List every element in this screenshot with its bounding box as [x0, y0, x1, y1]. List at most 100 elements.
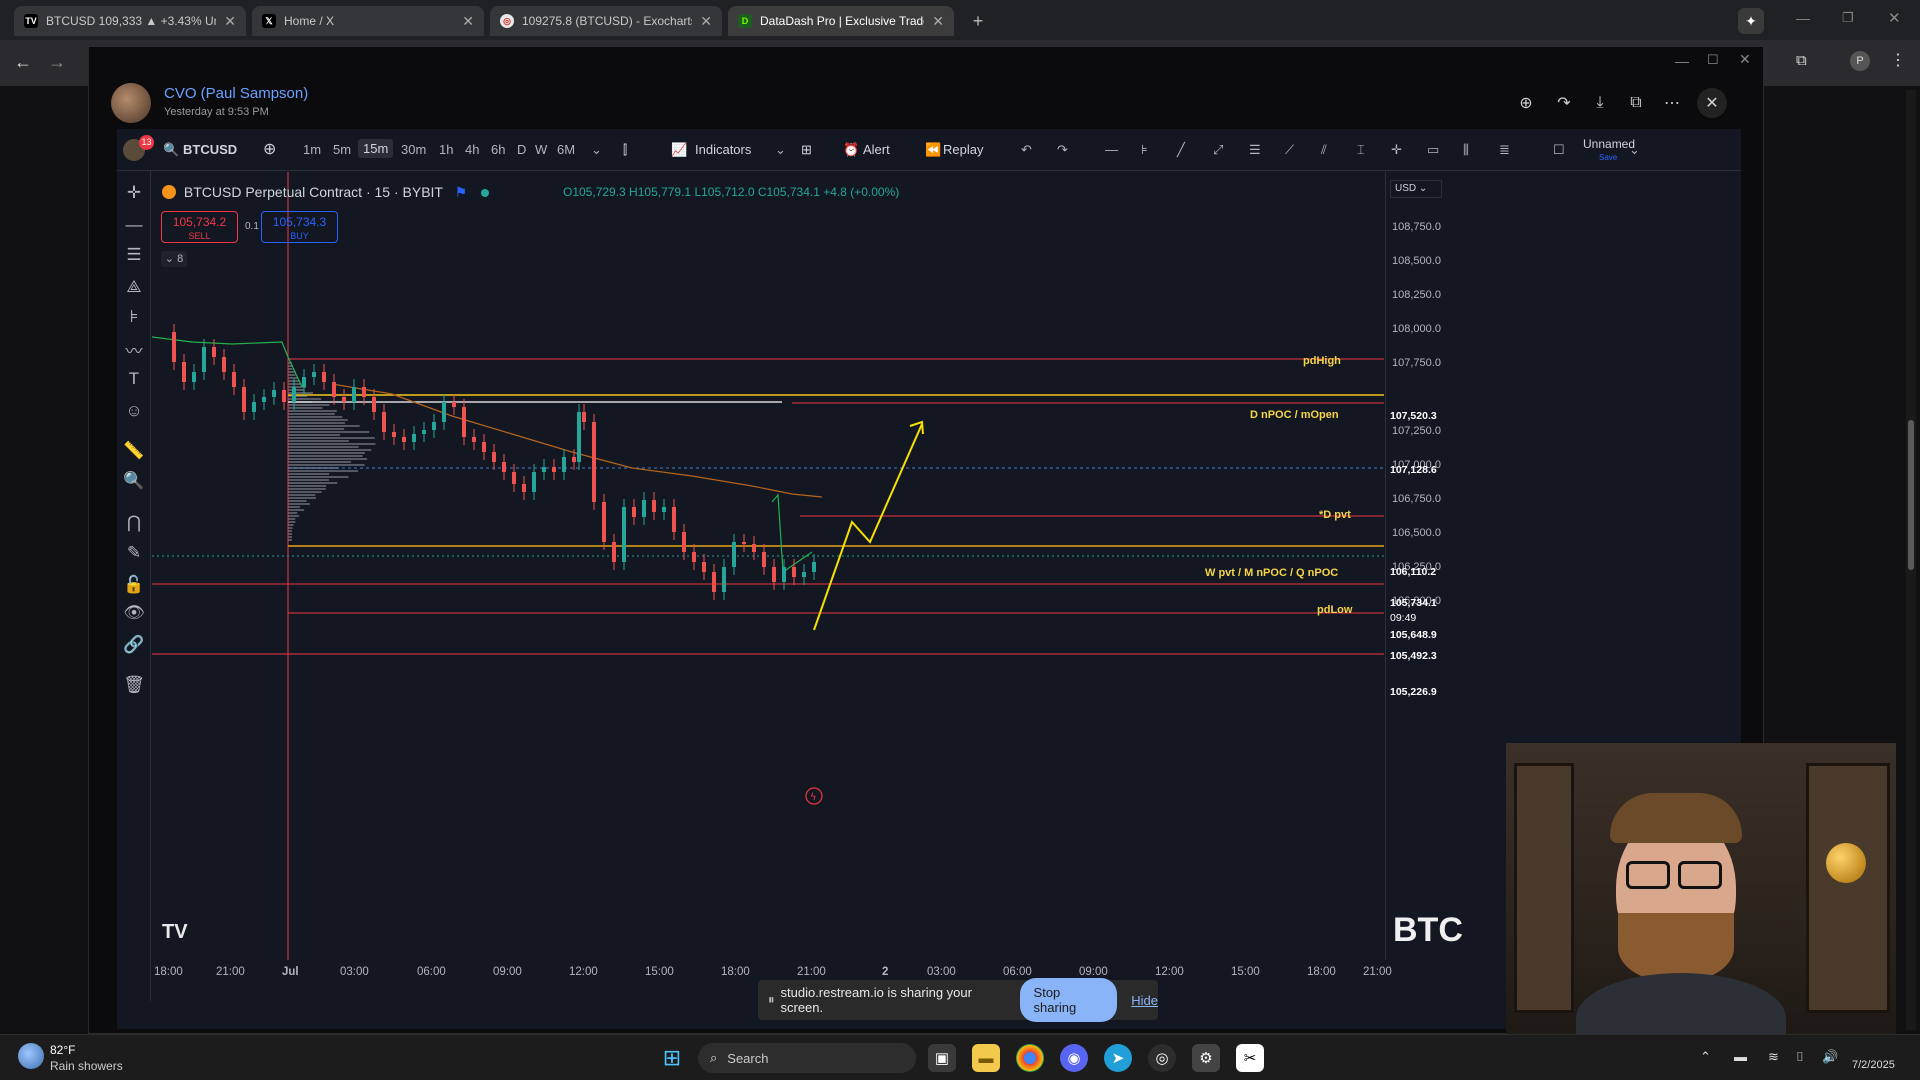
shapes-tool-icon[interactable]: ⟁: [121, 275, 147, 299]
timeframe-6m[interactable]: 6M: [557, 142, 575, 157]
templates-grid-icon[interactable]: ⊞: [801, 142, 812, 158]
discord-icon[interactable]: ◉: [1060, 1044, 1088, 1072]
network-icon[interactable]: ⌷: [1796, 1049, 1804, 1065]
zoom-tool-icon[interactable]: 🔍: [121, 469, 147, 493]
close-window-icon[interactable]: ✕: [1888, 9, 1901, 27]
timeframe-15m[interactable]: 15m: [358, 139, 394, 158]
timeframe-d[interactable]: D: [517, 142, 526, 157]
stop-sharing-button[interactable]: Stop sharing: [1019, 978, 1118, 1022]
ray-tool-icon[interactable]: ⤢: [1213, 142, 1223, 158]
flag-icon[interactable]: ⚑: [455, 184, 468, 200]
text-cursor-icon[interactable]: ⌶: [1357, 142, 1365, 158]
timeframe-5m[interactable]: 5m: [333, 142, 351, 157]
indicators-dropdown-icon[interactable]: ⌄: [775, 142, 786, 158]
timeframe-dropdown-icon[interactable]: ⌄: [591, 142, 602, 158]
hide-share-bar-button[interactable]: Hide: [1131, 993, 1158, 1008]
crosshair-tool-icon[interactable]: ✛: [1391, 142, 1402, 158]
trend-line-tool-icon[interactable]: ╱: [1177, 142, 1185, 158]
layout-save-label[interactable]: Save: [1599, 153, 1617, 162]
pencil-lock-icon[interactable]: ✎: [121, 541, 147, 565]
bars-pattern-icon[interactable]: ⫼: [1463, 142, 1469, 158]
sell-button[interactable]: 105,734.2 SELL: [161, 211, 238, 243]
chrome-icon[interactable]: [1016, 1044, 1044, 1072]
indicators-icon[interactable]: 📈: [671, 142, 687, 158]
symbol-search-icon[interactable]: 🔍: [163, 142, 179, 158]
weather-temperature[interactable]: 82°F: [50, 1043, 75, 1057]
browser-menu-icon[interactable]: ⋮: [1890, 50, 1906, 70]
symbol-description[interactable]: BTCUSD Perpetual Contract · 15 · BYBIT: [184, 184, 443, 200]
close-modal-icon[interactable]: ✕: [1697, 88, 1727, 118]
sparkle-icon[interactable]: ✦: [1738, 8, 1764, 34]
ruler-icon[interactable]: 📏: [121, 439, 147, 463]
pitchfork-icon[interactable]: ⟋: [1285, 142, 1294, 158]
layout-checkbox-icon[interactable]: ☐: [1553, 142, 1565, 158]
forward-arrow-icon[interactable]: →: [48, 52, 66, 73]
open-external-icon[interactable]: ⧉: [1623, 90, 1649, 116]
weather-rain-icon[interactable]: [18, 1043, 44, 1069]
lock-icon[interactable]: 🔓: [121, 573, 147, 597]
timeframe-1h[interactable]: 1h: [439, 142, 453, 157]
text-tool-icon[interactable]: T: [121, 367, 147, 391]
compare-add-icon[interactable]: ⊕: [263, 139, 276, 159]
download-icon[interactable]: ⤓: [1587, 90, 1613, 116]
rectangle-tool-icon[interactable]: ▭: [1427, 142, 1439, 158]
author-avatar[interactable]: [111, 83, 151, 123]
page-scrollbar[interactable]: [1906, 90, 1916, 1030]
browser-tab-x[interactable]: 𝕏 Home / X ✕: [252, 6, 484, 36]
replay-icon[interactable]: ⏪: [925, 142, 941, 158]
indicators-button[interactable]: Indicators: [695, 142, 751, 157]
undo-icon[interactable]: ↶: [1021, 142, 1032, 158]
new-tab-button[interactable]: +: [966, 10, 990, 34]
telegram-icon[interactable]: ➤: [1104, 1044, 1132, 1072]
timeframe-6h[interactable]: 6h: [491, 142, 505, 157]
back-arrow-icon[interactable]: ←: [14, 52, 32, 73]
brush-tool-icon[interactable]: ⫽: [1321, 142, 1327, 158]
fib-retracement-icon[interactable]: ⊧: [121, 305, 147, 329]
task-view-icon[interactable]: ▣: [928, 1044, 956, 1072]
horizontal-line-tool-icon[interactable]: —: [1105, 142, 1118, 157]
tray-chevron-icon[interactable]: ⌃: [1700, 1049, 1711, 1065]
patterns-tool-icon[interactable]: 〰: [121, 337, 147, 361]
tray-app-icon[interactable]: ▬: [1734, 1049, 1747, 1064]
indicators-collapse-button[interactable]: ⌄ 8: [161, 251, 187, 267]
alert-clock-icon[interactable]: ⏰: [843, 142, 859, 158]
minimize-window-icon[interactable]: —: [1796, 10, 1810, 26]
share-icon[interactable]: ↷: [1551, 90, 1577, 116]
symbol-search-button[interactable]: BTCUSD: [183, 142, 237, 157]
layout-dropdown-icon[interactable]: ⌄: [1629, 142, 1640, 158]
restore-window-icon[interactable]: ❐: [1842, 10, 1854, 26]
taskbar-date[interactable]: 7/2/2025: [1852, 1059, 1895, 1071]
windows-start-icon[interactable]: ⊞: [658, 1044, 686, 1072]
line-tool-icon[interactable]: —: [121, 213, 147, 237]
price-axis[interactable]: USD ⌄ 108,750.0 108,500.0 108,250.0 108,…: [1385, 172, 1445, 960]
capcut-icon[interactable]: ✂: [1236, 1044, 1264, 1072]
trash-icon[interactable]: 🗑: [121, 673, 147, 697]
close-tab-icon[interactable]: ✕: [462, 13, 474, 30]
post-author[interactable]: CVO (Paul Sampson): [164, 85, 308, 102]
browser-tab-exocharts[interactable]: ◎ 109275.8 (BTCUSD) - Exocharts ✕: [490, 6, 722, 36]
elliott-wave-icon[interactable]: ≣: [1499, 142, 1510, 158]
settings-gear-icon[interactable]: ⚙: [1192, 1044, 1220, 1072]
volume-icon[interactable]: 🔊: [1822, 1049, 1838, 1065]
currency-selector[interactable]: USD ⌄: [1390, 180, 1442, 198]
magnet-icon[interactable]: ⋂: [121, 511, 147, 535]
layout-name[interactable]: Unnamed: [1583, 137, 1635, 151]
fib-tool-icon[interactable]: ⊧: [1141, 142, 1148, 158]
zoom-in-icon[interactable]: ⊕: [1513, 90, 1539, 116]
scrollbar-thumb[interactable]: [1908, 420, 1914, 570]
emoji-tool-icon[interactable]: ☺: [121, 399, 147, 423]
app-icon[interactable]: ◎: [1148, 1044, 1176, 1072]
price-chart-canvas[interactable]: ϟ: [152, 172, 1384, 960]
replay-button[interactable]: Replay: [943, 142, 983, 157]
wifi-icon[interactable]: ≋: [1768, 1049, 1779, 1065]
alert-button[interactable]: Alert: [863, 142, 890, 157]
browser-tab-tradingview[interactable]: TV BTCUSD 109,333 ▲ +3.43% Un ✕: [14, 6, 246, 36]
timeframe-1m[interactable]: 1m: [303, 142, 321, 157]
redo-icon[interactable]: ↷: [1057, 142, 1068, 158]
channel-tool-icon[interactable]: ☰: [121, 243, 147, 267]
more-options-icon[interactable]: ⋯: [1659, 90, 1685, 116]
file-explorer-icon[interactable]: ▬: [972, 1044, 1000, 1072]
taskbar-search-box[interactable]: ⌕ Search: [698, 1043, 916, 1073]
crosshair-icon[interactable]: ✛: [121, 181, 147, 205]
buy-button[interactable]: 105,734.3 BUY: [261, 211, 338, 243]
